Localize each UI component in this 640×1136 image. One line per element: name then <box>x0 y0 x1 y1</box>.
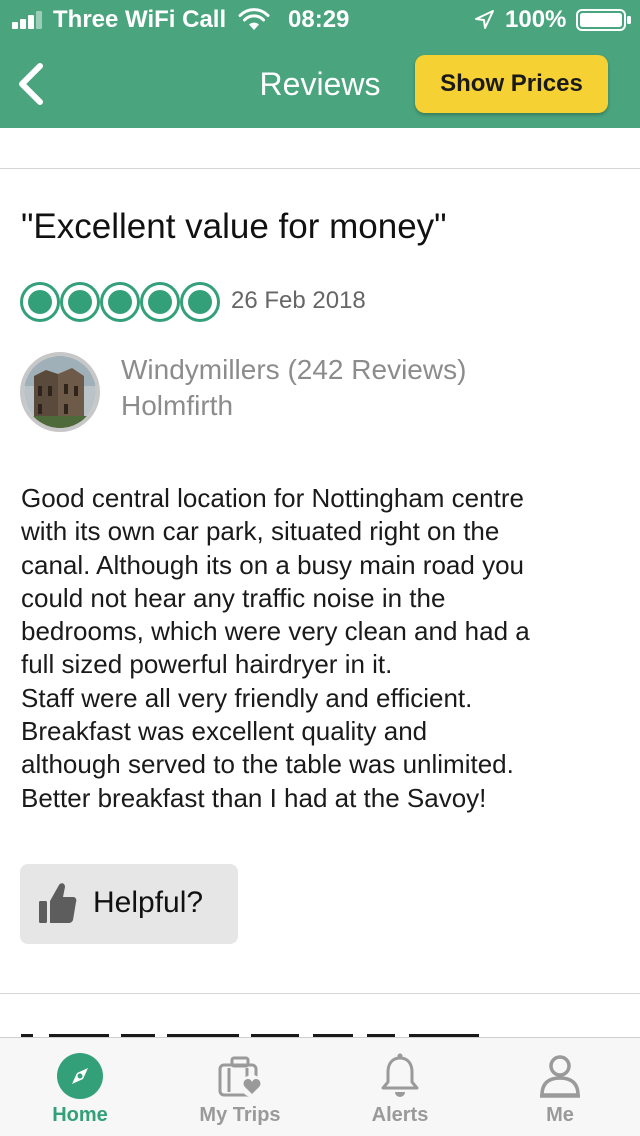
show-prices-button[interactable]: Show Prices <box>415 55 608 113</box>
tab-home[interactable]: Home <box>0 1038 160 1136</box>
review-divider <box>0 993 640 994</box>
tab-label: Home <box>52 1104 108 1126</box>
carrier-name: Three WiFi Call <box>53 6 227 33</box>
tab-label: Me <box>546 1104 574 1126</box>
status-bar: Three WiFi Call 08:29 100% <box>0 0 640 40</box>
page-title: Reviews <box>259 66 381 102</box>
review-body-line: Breakfast was excellent quality and <box>21 716 428 747</box>
wifi-icon <box>238 8 270 30</box>
rating-bubbles <box>20 282 220 322</box>
battery-icon <box>576 9 631 31</box>
app-screen: Three WiFi Call 08:29 100% Reviews Show … <box>0 0 640 1136</box>
rating-bubble-icon <box>100 282 140 322</box>
top-divider <box>0 168 640 169</box>
location-arrow-icon <box>475 10 494 29</box>
suitcase-heart-icon <box>218 1056 263 1097</box>
signal-icon <box>12 11 46 29</box>
bottom-tab-bar: Home My Trips Alerts Me <box>0 1037 640 1136</box>
tab-label: My Trips <box>199 1104 281 1126</box>
reviewer-name[interactable]: Windymillers (242 Reviews) <box>121 354 466 386</box>
review-body-line: Staff were all very friendly and efficie… <box>21 682 473 713</box>
rating-bubble-icon <box>180 282 220 322</box>
review-body-line: canal. Although its on a busy main road … <box>21 549 524 580</box>
review-body-line: bedrooms, which were very clean and had … <box>21 616 530 647</box>
top-header: Three WiFi Call 08:29 100% Reviews Show … <box>0 0 640 128</box>
review-body-line: with its own car park, situated right on… <box>21 516 500 547</box>
rating-bubble-icon <box>60 282 100 322</box>
tab-me[interactable]: Me <box>480 1038 640 1136</box>
thumbs-up-icon <box>39 883 77 923</box>
reviewer-location: Holmfirth <box>121 390 234 421</box>
chevron-left-icon[interactable] <box>12 60 52 108</box>
review-body-line: although served to the table was unlimit… <box>21 749 514 780</box>
bell-icon <box>381 1053 419 1097</box>
review-body-line: Good central location for Nottingham cen… <box>21 483 524 513</box>
review-title: "Excellent value for money" <box>21 207 447 246</box>
review-body: Good central location for Nottingham cen… <box>21 482 631 815</box>
review-date: 26 Feb 2018 <box>231 287 366 314</box>
helpful-label: Helpful? <box>93 886 204 919</box>
review-body-line: Better breakfast than I had at the Savoy… <box>21 782 487 813</box>
status-time: 08:29 <box>288 6 350 33</box>
helpful-button[interactable]: Helpful? <box>20 864 238 944</box>
review-body-line: full sized powerful hairdryer in it. <box>21 649 393 680</box>
compass-icon <box>57 1053 103 1099</box>
tab-label: Alerts <box>371 1104 429 1126</box>
reviewer-avatar[interactable] <box>20 352 100 432</box>
tab-my-trips[interactable]: My Trips <box>160 1038 320 1136</box>
review-body-line: could not hear any traffic noise in the <box>21 582 446 613</box>
tab-alerts[interactable]: Alerts <box>320 1038 480 1136</box>
person-icon <box>540 1055 580 1098</box>
battery-percentage: 100% <box>505 6 567 33</box>
avatar-photo-icon <box>24 356 96 428</box>
rating-bubble-icon <box>20 282 60 322</box>
rating-bubble-icon <box>140 282 180 322</box>
